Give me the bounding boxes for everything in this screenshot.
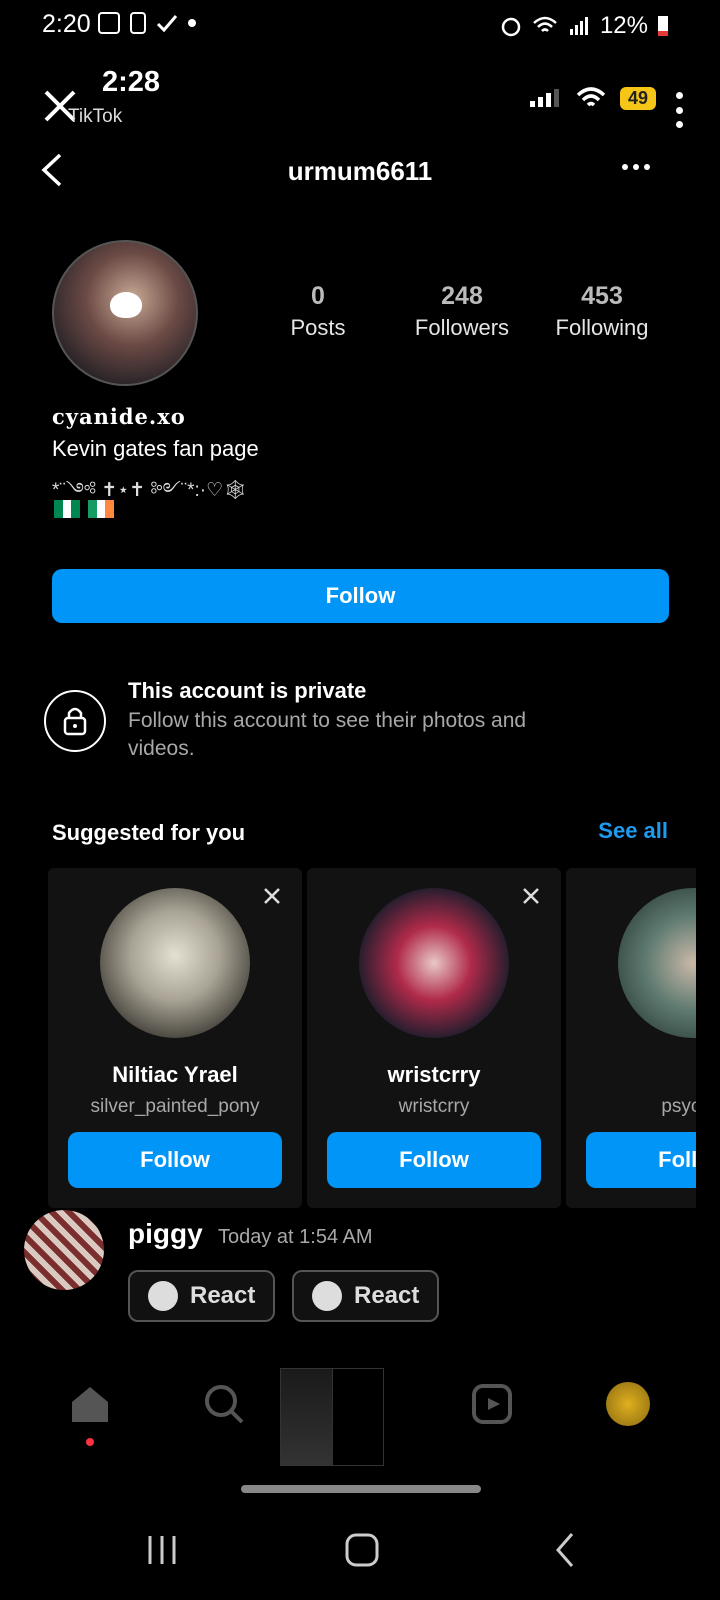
battery-badge: 49 (619, 86, 656, 110)
overlay-menu-icon[interactable] (674, 92, 684, 128)
message-author[interactable]: piggy (128, 1218, 203, 1250)
suggested-handle: wristcrry (398, 1096, 470, 1117)
suggested-avatar[interactable] (100, 888, 250, 1038)
suggested-handle: silver_painted_pony (90, 1096, 260, 1117)
stat-following[interactable]: 453 Following (540, 282, 664, 341)
private-title: This account is private (128, 678, 367, 703)
suggested-follow-button[interactable]: Follow (586, 1132, 696, 1188)
lock-icon (44, 690, 106, 752)
overlay-app-name: TikTok (68, 106, 123, 127)
dot-icon (188, 19, 196, 27)
bio-text: Kevin gates fan page (52, 436, 259, 461)
following-label: Following (555, 315, 649, 340)
wifi-icon (576, 87, 606, 107)
home-icon[interactable] (68, 1382, 112, 1426)
suggested-name: Niltiac Yrael (112, 1062, 238, 1087)
add-reaction-icon (312, 1281, 342, 1311)
notification-dot (86, 1438, 94, 1446)
suggested-follow-button[interactable]: Follow (327, 1132, 541, 1188)
suggested-carousel[interactable]: Niltiac Yrael silver_painted_pony Follow… (48, 868, 696, 1208)
message-time: Today at 1:54 AM (218, 1226, 373, 1248)
home-indicator (241, 1485, 481, 1493)
reels-icon[interactable] (470, 1382, 514, 1426)
signal-icon (529, 89, 559, 107)
suggested-avatar[interactable] (359, 888, 509, 1038)
see-all-link[interactable]: See all (598, 818, 668, 844)
react-label: React (354, 1282, 420, 1309)
nigeria-flag-icon (54, 500, 81, 518)
react-button[interactable]: React (128, 1270, 276, 1322)
more-options-icon[interactable] (622, 164, 650, 170)
signal-icon (569, 17, 588, 35)
suggested-title: Suggested for you (52, 820, 246, 845)
hello-kitty-sticker-icon (110, 292, 142, 318)
wifi-icon (533, 16, 557, 32)
suggested-avatar[interactable] (618, 888, 696, 1038)
react-label: React (190, 1282, 256, 1309)
check-icon (156, 15, 178, 33)
suggested-card[interactable]: Niltiac Yrael silver_painted_pony Follow (48, 868, 302, 1208)
followers-count: 248 (441, 282, 483, 310)
bio-flags (54, 500, 115, 518)
suggested-card[interactable]: psychic Follow (566, 868, 696, 1208)
overlay-time: 2:28 (102, 66, 161, 98)
dismiss-icon[interactable] (521, 886, 541, 906)
message-avatar[interactable] (24, 1210, 104, 1290)
notification-icons (98, 12, 196, 34)
screenshot-thumbnail[interactable] (280, 1368, 384, 1466)
follow-button[interactable]: Follow (52, 569, 669, 623)
private-text: Follow this account to see their photos … (128, 709, 527, 760)
profile-tab-avatar[interactable] (606, 1382, 650, 1426)
alert-icon (130, 12, 146, 34)
battery-percent: 12% (599, 12, 648, 39)
status-right: 12% (500, 12, 668, 40)
stat-posts[interactable]: 0 Posts (278, 282, 358, 341)
followers-label: Followers (414, 315, 510, 340)
posts-label: Posts (290, 315, 346, 340)
profile-username: urmum6611 (287, 156, 433, 186)
search-icon[interactable] (202, 1382, 246, 1426)
stat-followers[interactable]: 248 Followers (400, 282, 524, 341)
battery-icon (658, 16, 668, 36)
display-name: cyanide.xo (52, 404, 186, 429)
overlay-status: 49 (528, 86, 656, 110)
suggested-card[interactable]: wristcrry wristcrry Follow (307, 868, 561, 1208)
gallery-icon (98, 12, 120, 34)
suggested-follow-button[interactable]: Follow (68, 1132, 282, 1188)
suggested-name: wristcrry (387, 1062, 481, 1087)
back-button-icon[interactable] (546, 1530, 586, 1570)
alarm-icon (501, 17, 521, 37)
posts-count: 0 (311, 282, 325, 310)
dismiss-icon[interactable] (262, 886, 282, 906)
recent-apps-icon[interactable] (142, 1530, 182, 1570)
following-count: 453 (581, 282, 623, 310)
react-button[interactable]: React (292, 1270, 440, 1322)
home-button-icon[interactable] (342, 1530, 382, 1570)
suggested-handle: psychic (661, 1096, 696, 1117)
ireland-flag-icon (88, 500, 115, 518)
status-time: 2:20 (42, 10, 91, 38)
add-reaction-icon (148, 1281, 178, 1311)
